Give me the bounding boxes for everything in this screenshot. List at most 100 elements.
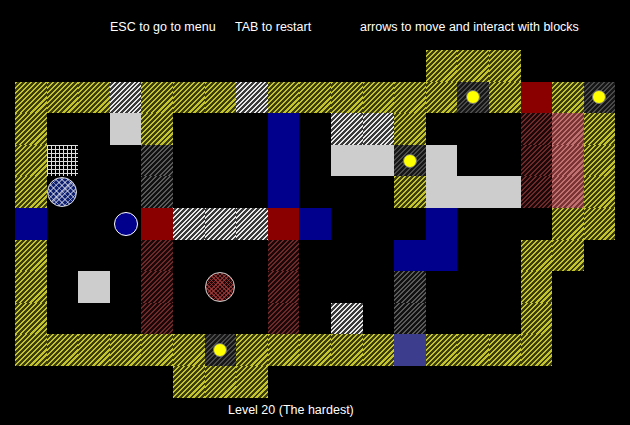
wall-tile [489, 334, 521, 366]
floor-tile [205, 176, 237, 208]
player [110, 208, 142, 240]
floor-tile [47, 208, 79, 240]
floor-tile [205, 303, 237, 335]
floor-tile [173, 50, 205, 82]
dark-hatch-tile [394, 271, 426, 303]
red-hatch-tile [268, 240, 300, 272]
light-hatch-tile [205, 208, 237, 240]
floor-tile [489, 240, 521, 272]
floor-tile [299, 303, 331, 335]
dark-hatch-tile [394, 303, 426, 335]
wall-tile [15, 145, 47, 177]
floor-tile [78, 240, 110, 272]
floor-tile [552, 271, 584, 303]
red-block [521, 82, 553, 114]
board-row [15, 240, 630, 272]
floor-tile [236, 176, 268, 208]
grey-block [426, 176, 458, 208]
grey-block [78, 271, 110, 303]
floor-tile [489, 303, 521, 335]
wall-tile [15, 303, 47, 335]
floor-tile [552, 50, 584, 82]
floor-tile [299, 176, 331, 208]
floor-tile [331, 240, 363, 272]
level-label: Level 20 (The hardest) [228, 403, 354, 417]
wall-tile [552, 82, 584, 114]
floor-tile [110, 366, 142, 398]
floor-tile [426, 366, 458, 398]
floor-tile [363, 271, 395, 303]
floor-tile [426, 303, 458, 335]
floor-tile [299, 113, 331, 145]
wall-tile [173, 366, 205, 398]
goal-tile [457, 82, 489, 114]
wall-tile [426, 82, 458, 114]
red-hatch-tile [521, 145, 553, 177]
wall-tile [584, 145, 616, 177]
hint-text: TAB to restart [235, 19, 360, 35]
wall-tile [521, 271, 553, 303]
floor-tile [236, 145, 268, 177]
grey-block [363, 145, 395, 177]
wall-tile [15, 113, 47, 145]
floor-tile [299, 145, 331, 177]
hint-text: ESC to go to menu [110, 19, 235, 35]
wall-tile [15, 82, 47, 114]
wall-tile [205, 366, 237, 398]
floor-tile [394, 50, 426, 82]
red-hatch-tile [268, 303, 300, 335]
wall-tile [173, 334, 205, 366]
floor-tile [489, 271, 521, 303]
floor-tile [457, 145, 489, 177]
floor-tile [110, 303, 142, 335]
blue-block [268, 113, 300, 145]
floor-tile [205, 145, 237, 177]
floor-tile [78, 366, 110, 398]
wall-tile [489, 50, 521, 82]
light-hatch-tile [331, 113, 363, 145]
floor-tile [110, 271, 142, 303]
wall-tile [426, 334, 458, 366]
floor-tile [205, 113, 237, 145]
help-bar: ESC to go to menuTAB to restartarrows to… [0, 0, 630, 50]
grey-block [457, 176, 489, 208]
floor-tile [299, 50, 331, 82]
floor-tile [394, 366, 426, 398]
floor-tile [110, 145, 142, 177]
floor-tile [205, 50, 237, 82]
wall-tile [15, 176, 47, 208]
yellow-dot-icon [403, 154, 417, 168]
floor-tile [489, 145, 521, 177]
floor-tile [299, 366, 331, 398]
floor-tile [584, 303, 616, 335]
red-block [141, 208, 173, 240]
floor-tile [236, 50, 268, 82]
wall-tile [205, 82, 237, 114]
floor-tile [110, 50, 142, 82]
dark-hatch-tile [141, 145, 173, 177]
floor-tile [78, 176, 110, 208]
wall-tile [299, 334, 331, 366]
floor-tile [457, 240, 489, 272]
floor-tile [15, 366, 47, 398]
blue-block [268, 145, 300, 177]
floor-tile [584, 271, 616, 303]
wall-tile [173, 82, 205, 114]
wall-tile [268, 82, 300, 114]
wall-tile [552, 208, 584, 240]
floor-tile [173, 303, 205, 335]
floor-tile [363, 50, 395, 82]
wall-tile [363, 82, 395, 114]
blue-block [268, 176, 300, 208]
wall-tile [299, 82, 331, 114]
floor-tile [331, 366, 363, 398]
pink-hatch-tile [552, 113, 584, 145]
wall-tile [457, 334, 489, 366]
floor-tile [331, 50, 363, 82]
wall-tile [141, 113, 173, 145]
floor-tile [331, 208, 363, 240]
floor-tile [47, 271, 79, 303]
board-row [15, 303, 630, 335]
wall-tile [584, 176, 616, 208]
wall-tile [331, 334, 363, 366]
